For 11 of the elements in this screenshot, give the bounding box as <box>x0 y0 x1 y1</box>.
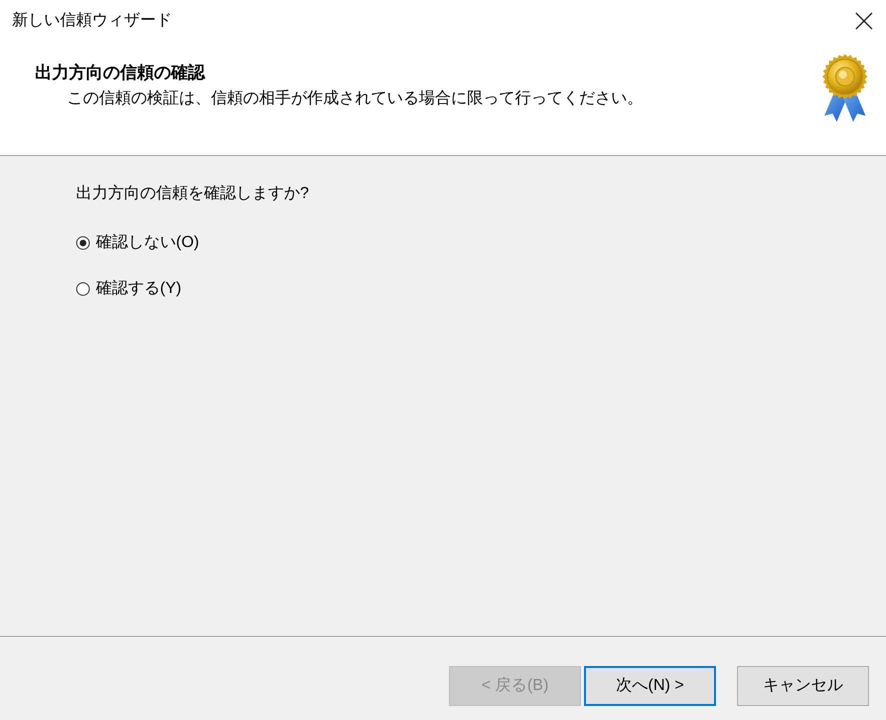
page-heading: 出力方向の信頼の確認 <box>35 62 206 84</box>
radio-button-icon[interactable] <box>76 282 90 296</box>
question-text: 出力方向の信頼を確認しますか? <box>76 184 310 204</box>
radio-button-icon[interactable] <box>76 236 90 250</box>
window-title: 新しい信頼ウィザード <box>12 10 172 31</box>
page-description: この信頼の検証は、信頼の相手が作成されている場合に限って行ってください。 <box>66 88 643 109</box>
radio-option[interactable]: 確認する(Y) <box>76 278 182 300</box>
radio-option[interactable]: 確認しない(O) <box>76 232 200 254</box>
wizard-button[interactable]: 次へ(N) > <box>584 666 716 706</box>
close-icon[interactable] <box>855 12 873 30</box>
wizard-button[interactable]: キャンセル <box>737 666 869 706</box>
